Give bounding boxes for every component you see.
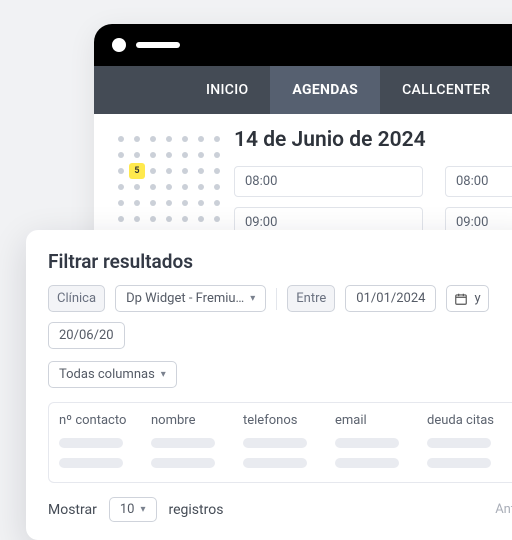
col-header[interactable]: nº contacto xyxy=(59,413,143,428)
col-header[interactable]: telefonos xyxy=(243,413,327,428)
skeleton xyxy=(243,458,307,468)
columns-select[interactable]: Todas columnas ▾ xyxy=(48,361,177,388)
time-slot[interactable]: 08:00 xyxy=(445,166,512,197)
skeleton xyxy=(335,438,399,448)
skeleton xyxy=(151,438,215,448)
columns-select-value: Todas columnas xyxy=(59,367,155,382)
filter-title: Filtrar resultados xyxy=(48,250,512,273)
col-header[interactable]: deuda citas xyxy=(427,413,511,428)
page-size-value: 10 xyxy=(120,502,135,517)
clinic-select-value: Dp Widget - Fremiu… xyxy=(126,291,244,306)
tab-inicio[interactable]: INICIO xyxy=(184,66,270,114)
date-picker-button[interactable]: y xyxy=(446,285,488,312)
results-table: nº contacto nombre telefonos email deuda… xyxy=(48,402,512,483)
date-from-value: 01/01/2024 xyxy=(356,291,425,306)
page-size-select[interactable]: 10 ▾ xyxy=(109,497,157,522)
date-to-value: 20/06/20 xyxy=(59,328,114,343)
skeleton xyxy=(151,458,215,468)
col-header[interactable]: nombre xyxy=(151,413,235,428)
and-label: y xyxy=(474,291,480,306)
records-label: registros xyxy=(169,502,224,518)
skeleton xyxy=(59,438,123,448)
window-title-placeholder xyxy=(136,42,180,48)
mini-calendar[interactable]: 5 xyxy=(116,128,208,238)
date-title: 14 de Junio de 2024 xyxy=(234,128,426,152)
skeleton xyxy=(243,438,307,448)
skeleton xyxy=(427,438,491,448)
divider xyxy=(276,288,277,310)
agenda-main: 14 de Junio de 2024 Refrescar H 08:00 09… xyxy=(234,128,512,238)
prev-page-button[interactable]: Ante xyxy=(495,502,512,517)
col-header[interactable]: email xyxy=(335,413,419,428)
title-bar xyxy=(94,24,512,66)
chevron-down-icon: ▾ xyxy=(161,369,166,380)
skeleton xyxy=(59,458,123,468)
clinic-label: Clínica xyxy=(48,285,105,312)
between-label: Entre xyxy=(287,285,335,312)
skeleton xyxy=(427,458,491,468)
chevron-down-icon: ▾ xyxy=(250,293,255,304)
tab-agendas[interactable]: AGENDAS xyxy=(270,66,380,114)
tab-callcenter[interactable]: CALLCENTER xyxy=(380,66,512,114)
calendar-icon xyxy=(454,292,468,306)
chevron-down-icon: ▾ xyxy=(140,504,145,515)
filter-panel: Filtrar resultados Clínica Dp Widget - F… xyxy=(26,230,512,540)
clinic-select[interactable]: Dp Widget - Fremiu… ▾ xyxy=(115,285,266,312)
nav-bar: INICIO AGENDAS CALLCENTER ... xyxy=(94,66,512,114)
date-to-input[interactable]: 20/06/20 xyxy=(48,322,125,349)
calendar-active-day[interactable]: 5 xyxy=(129,163,145,179)
time-slot[interactable]: 08:00 xyxy=(234,166,423,197)
show-label: Mostrar xyxy=(48,502,97,518)
window-control-icon xyxy=(112,38,126,52)
skeleton xyxy=(335,458,399,468)
table-footer: Mostrar 10 ▾ registros Ante xyxy=(48,497,512,522)
date-from-input[interactable]: 01/01/2024 xyxy=(345,285,436,312)
